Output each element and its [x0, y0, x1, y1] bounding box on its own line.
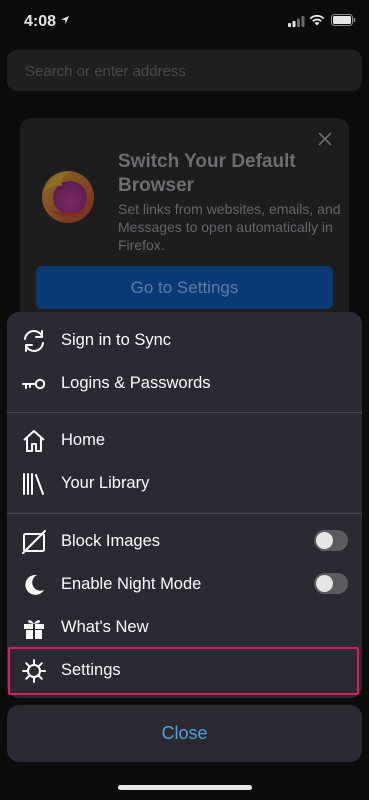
menu-item-home[interactable]: Home	[7, 419, 362, 462]
menu-item-sign-in-to-sync[interactable]: Sign in to Sync	[7, 319, 362, 362]
menu-item-night-mode[interactable]: Enable Night Mode	[7, 563, 362, 606]
menu-item-logins-passwords[interactable]: Logins & Passwords	[7, 362, 362, 405]
moon-icon	[25, 574, 44, 595]
close-button[interactable]: Close	[7, 705, 362, 762]
firefox-logo-icon	[42, 171, 94, 223]
home-icon	[23, 430, 45, 452]
settings-highlight	[8, 647, 359, 695]
status-bar: 4:08	[0, 0, 369, 44]
key-icon	[22, 378, 46, 390]
gift-icon	[24, 620, 44, 639]
library-label: Your Library	[61, 474, 150, 492]
sign-in-label: Sign in to Sync	[61, 331, 172, 349]
battery-icon	[331, 14, 356, 26]
block-images-icon	[22, 530, 46, 554]
promo-description: Set links from websites, emails, and Mes…	[118, 201, 341, 253]
promo-title: Switch Your Default Browser	[118, 151, 296, 196]
go-to-settings-button[interactable]: Go to Settings	[36, 266, 333, 309]
location-arrow-icon	[61, 16, 69, 24]
status-time: 4:08	[24, 13, 57, 30]
sync-icon	[24, 330, 44, 352]
library-icon	[23, 473, 44, 495]
menu-item-block-images[interactable]: Block Images	[7, 520, 362, 563]
menu-item-whats-new[interactable]: What's New	[7, 606, 362, 649]
block-images-label: Block Images	[61, 532, 161, 550]
default-browser-card: Switch Your Default Browser Set links fr…	[20, 118, 349, 323]
address-bar[interactable]	[7, 50, 362, 93]
wifi-icon	[309, 14, 325, 26]
toggle-knob	[316, 575, 333, 592]
night-mode-toggle[interactable]	[314, 573, 348, 594]
menu-item-your-library[interactable]: Your Library	[7, 462, 362, 505]
app-menu: Sign in to Sync Logins & Passwords Home …	[7, 312, 362, 698]
night-mode-label: Enable Night Mode	[61, 575, 202, 593]
home-indicator	[118, 785, 252, 790]
toggle-knob	[316, 532, 333, 549]
cellular-signal-icon	[288, 16, 305, 27]
menu-divider	[7, 412, 362, 413]
block-images-toggle[interactable]	[314, 530, 348, 551]
logins-label: Logins & Passwords	[61, 374, 211, 392]
address-input[interactable]	[23, 50, 347, 93]
menu-divider	[7, 513, 362, 514]
close-icon[interactable]	[318, 132, 332, 146]
home-label: Home	[61, 431, 106, 449]
whats-new-label: What's New	[61, 618, 149, 636]
